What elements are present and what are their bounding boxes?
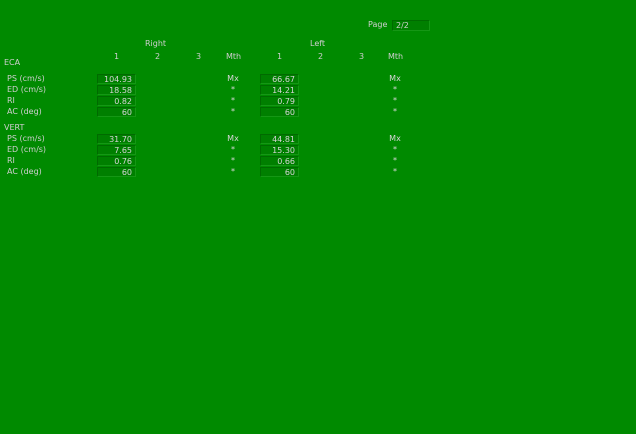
vert-ed-right-method[interactable]: * xyxy=(222,145,244,155)
left-side-header: Left xyxy=(310,39,326,48)
eca-ed-label: ED (cm/s) xyxy=(7,85,47,94)
eca-ps-left-method[interactable]: Mx xyxy=(384,74,406,84)
vert-ri-right-method[interactable]: * xyxy=(222,156,244,166)
vert-ri-right-value[interactable]: 0.76 xyxy=(97,156,136,166)
eca-ri-label: RI xyxy=(7,96,15,105)
page-number-field[interactable]: 2/2 xyxy=(392,20,430,31)
eca-ps-right-value[interactable]: 104.93 xyxy=(97,74,136,84)
vert-ps-right-method[interactable]: Mx xyxy=(222,134,244,144)
eca-ri-left-value[interactable]: 0.79 xyxy=(260,96,299,106)
left-col-2-header: 2 xyxy=(318,52,324,61)
left-col-1-header: 1 xyxy=(277,52,283,61)
right-side-header: Right xyxy=(145,39,167,48)
eca-ri-right-value[interactable]: 0.82 xyxy=(97,96,136,106)
eca-ed-left-method[interactable]: * xyxy=(384,85,406,95)
vert-ps-right-value[interactable]: 31.70 xyxy=(97,134,136,144)
vert-ac-label: AC (deg) xyxy=(7,167,42,176)
page-label: Page xyxy=(368,20,388,29)
left-mth-header: Mth xyxy=(388,52,404,61)
vert-ri-label: RI xyxy=(7,156,15,165)
vert-ps-left-value[interactable]: 44.81 xyxy=(260,134,299,144)
vert-ac-right-method[interactable]: * xyxy=(222,167,244,177)
eca-ac-right-method[interactable]: * xyxy=(222,107,244,117)
vert-ri-left-method[interactable]: * xyxy=(384,156,406,166)
vert-ac-left-method[interactable]: * xyxy=(384,167,406,177)
eca-ed-left-value[interactable]: 14.21 xyxy=(260,85,299,95)
eca-ri-right-method[interactable]: * xyxy=(222,96,244,106)
eca-ps-label: PS (cm/s) xyxy=(7,74,45,83)
section-title-eca: ECA xyxy=(4,58,21,67)
eca-ed-right-value[interactable]: 18.58 xyxy=(97,85,136,95)
vert-ed-label: ED (cm/s) xyxy=(7,145,47,154)
vert-ac-right-value[interactable]: 60 xyxy=(97,167,136,177)
eca-ed-right-method[interactable]: * xyxy=(222,85,244,95)
eca-ac-label: AC (deg) xyxy=(7,107,42,116)
vert-ed-left-value[interactable]: 15.30 xyxy=(260,145,299,155)
right-col-2-header: 2 xyxy=(155,52,161,61)
right-col-3-header: 3 xyxy=(196,52,202,61)
eca-ps-left-value[interactable]: 66.67 xyxy=(260,74,299,84)
vert-ps-left-method[interactable]: Mx xyxy=(384,134,406,144)
right-mth-header: Mth xyxy=(226,52,242,61)
vert-ri-left-value[interactable]: 0.66 xyxy=(260,156,299,166)
eca-ri-left-method[interactable]: * xyxy=(384,96,406,106)
eca-ac-left-method[interactable]: * xyxy=(384,107,406,117)
vert-ed-right-value[interactable]: 7.65 xyxy=(97,145,136,155)
eca-ac-right-value[interactable]: 60 xyxy=(97,107,136,117)
vert-ac-left-value[interactable]: 60 xyxy=(260,167,299,177)
vert-ps-label: PS (cm/s) xyxy=(7,134,45,143)
left-col-3-header: 3 xyxy=(359,52,365,61)
eca-ac-left-value[interactable]: 60 xyxy=(260,107,299,117)
section-title-vert: VERT xyxy=(4,123,25,132)
right-col-1-header: 1 xyxy=(114,52,120,61)
eca-ps-right-method[interactable]: Mx xyxy=(222,74,244,84)
vert-ed-left-method[interactable]: * xyxy=(384,145,406,155)
